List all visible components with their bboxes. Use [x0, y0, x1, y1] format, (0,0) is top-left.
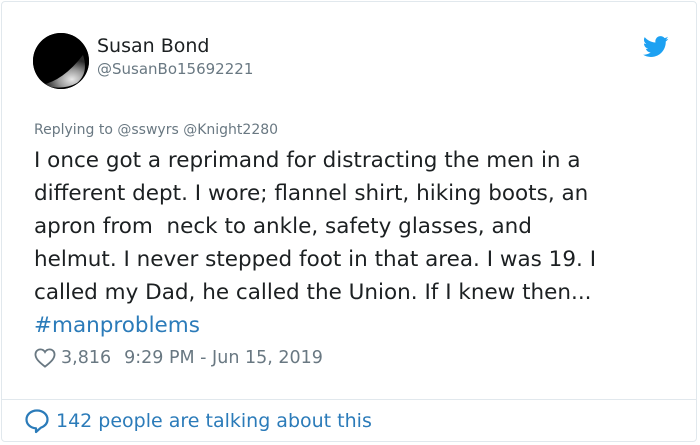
heart-icon[interactable] — [34, 348, 56, 368]
tweet-text-line: called my Dad, he called the Union. If I… — [34, 280, 592, 305]
tweet-text: I once got a reprimand for distracting t… — [34, 144, 684, 342]
timestamp[interactable]: 9:29 PM - Jun 15, 2019 — [124, 348, 323, 368]
conversation-label[interactable]: 142 people are talking about this — [56, 410, 372, 432]
tweet-text-line: different dept. I wore; flannel shirt, h… — [34, 181, 589, 206]
avatar[interactable] — [33, 33, 89, 89]
user-handle[interactable]: @SusanBo15692221 — [97, 60, 253, 78]
tweet-meta: 3,816 9:29 PM - Jun 15, 2019 — [34, 346, 323, 370]
tweet-text-line: helmut. I never stepped foot in that are… — [34, 247, 597, 272]
twitter-bird-icon[interactable] — [643, 36, 669, 58]
conversation-link[interactable]: 142 people are talking about this — [24, 407, 372, 435]
user-name[interactable]: Susan Bond — [97, 35, 210, 57]
reply-mention[interactable]: @Knight2280 — [183, 122, 278, 138]
reply-prefix: Replying to — [34, 122, 113, 138]
like-count[interactable]: 3,816 — [61, 348, 111, 368]
tweet-text-line: I once got a reprimand for distracting t… — [34, 148, 581, 173]
reply-context: Replying to @sswyrs @Knight2280 — [34, 122, 278, 138]
speech-bubble-icon — [25, 409, 49, 434]
tweet-text-line: apron from neck to ankle, safety glasses… — [34, 214, 532, 239]
reply-mention[interactable]: @sswyrs — [117, 122, 178, 138]
divider — [2, 399, 696, 400]
tweet-card: Susan Bond @SusanBo15692221 Replying to … — [1, 1, 697, 442]
hashtag-link[interactable]: #manproblems — [34, 313, 200, 338]
avatar-image — [33, 33, 89, 89]
